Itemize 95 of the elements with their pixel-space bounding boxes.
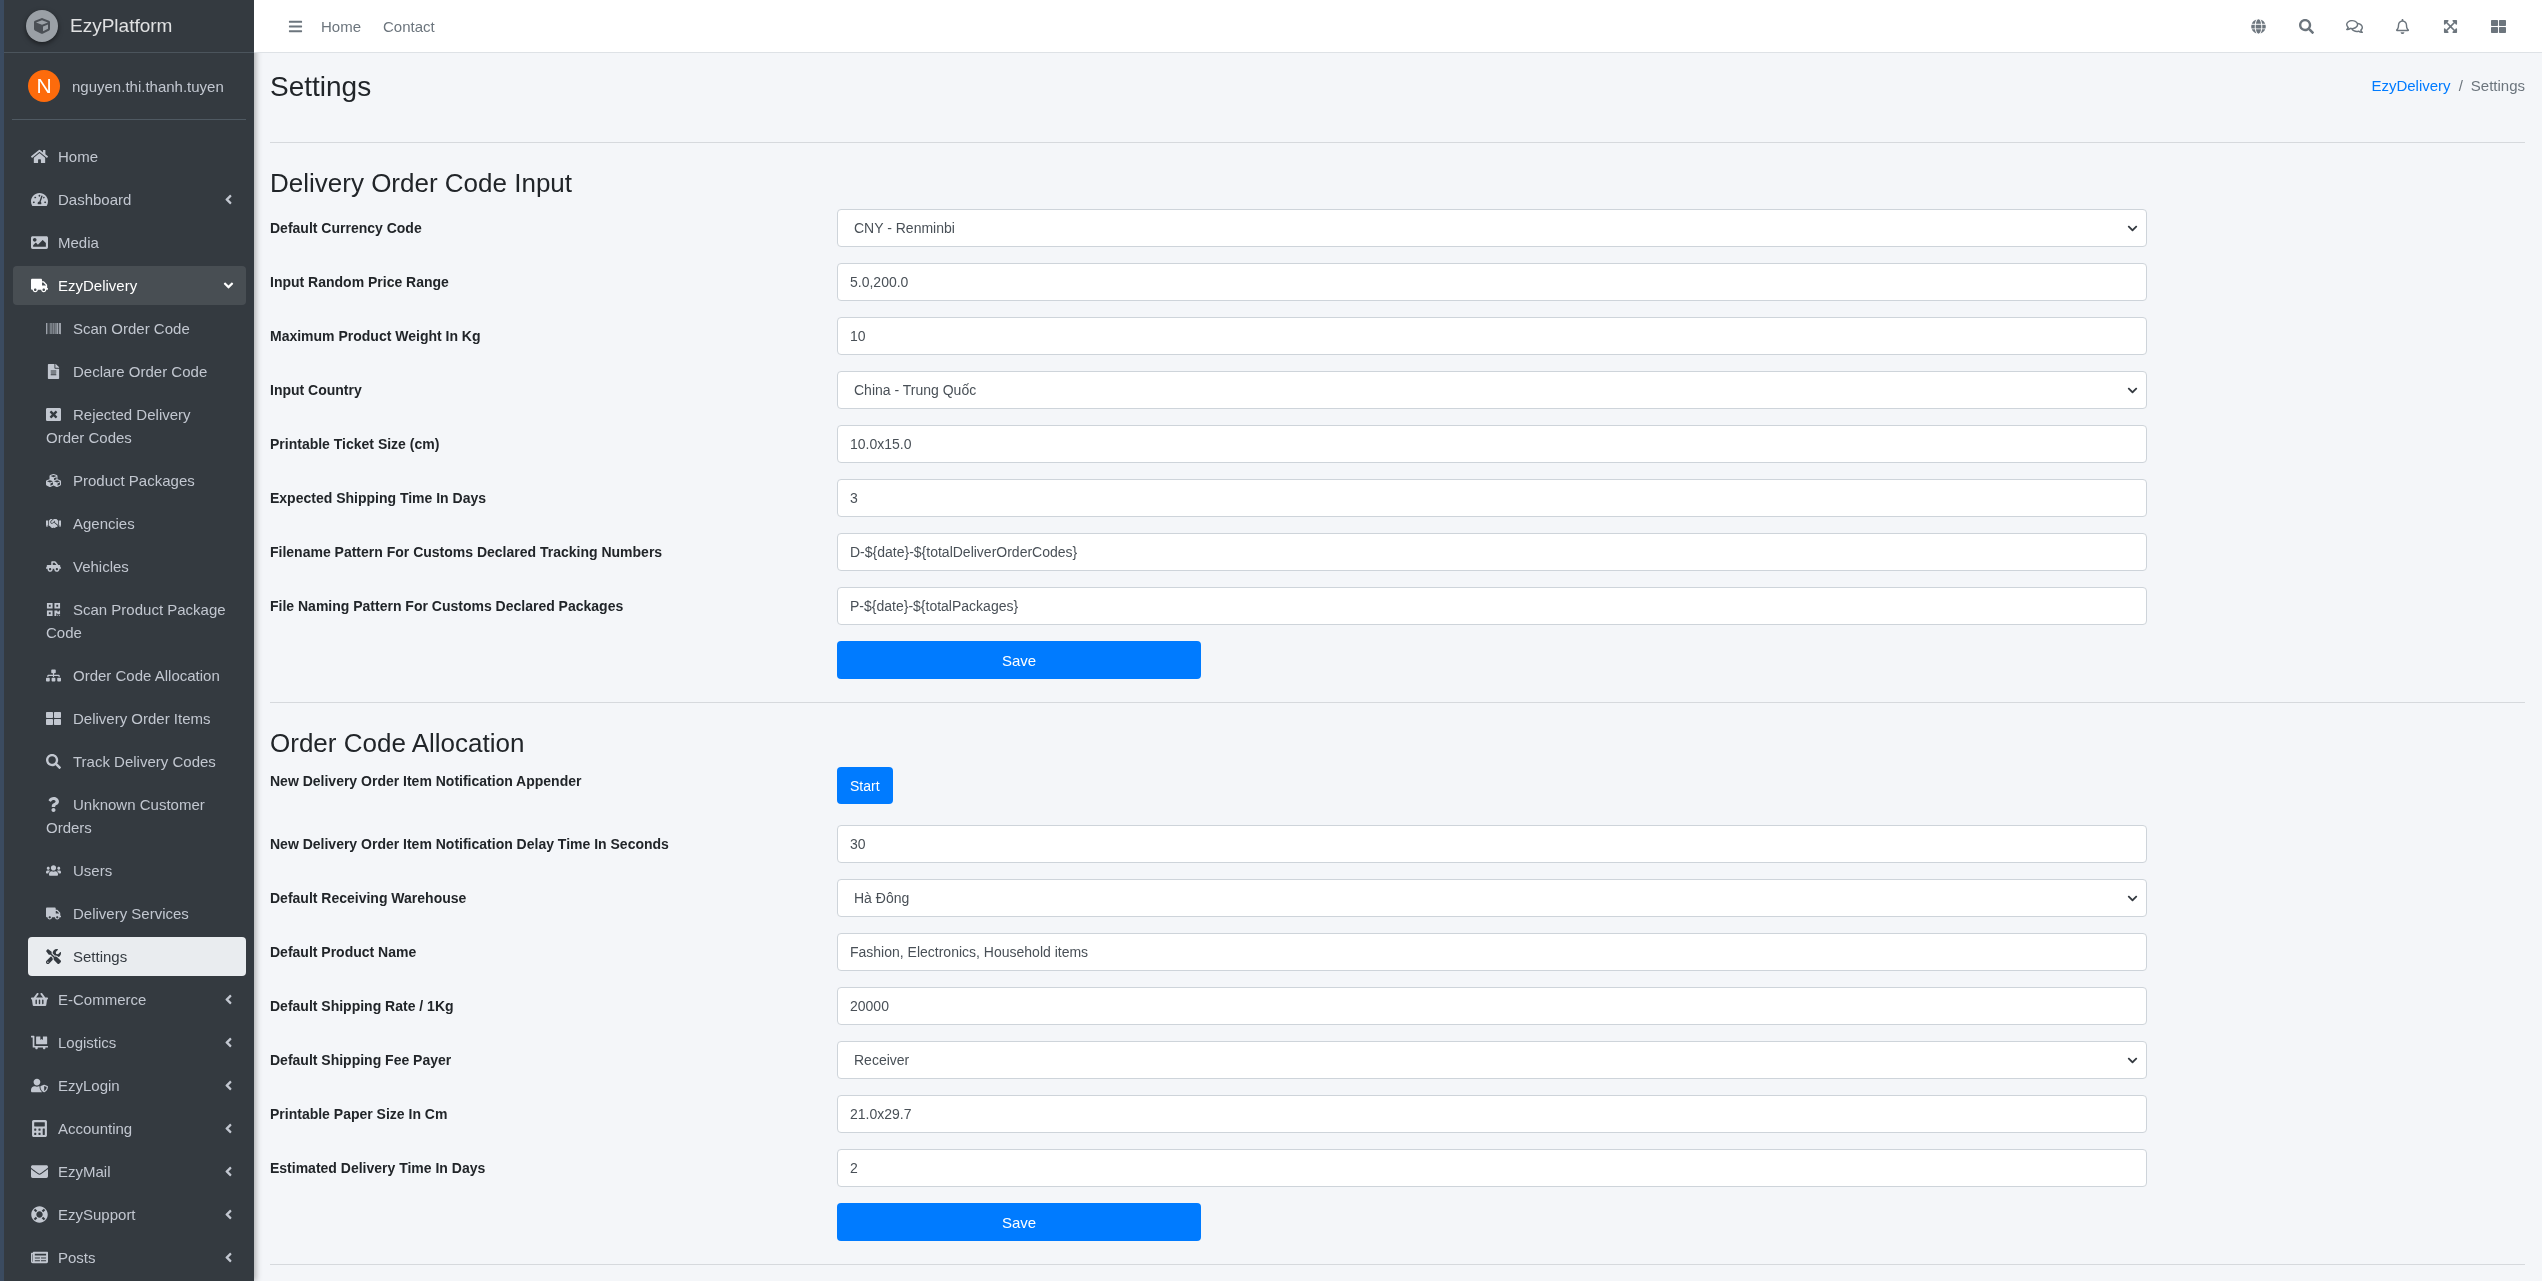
sidebar-subitem[interactable]: Vehicles: [28, 547, 246, 586]
input-field[interactable]: 5.0,200.0: [837, 263, 2147, 301]
search-icon: [46, 754, 61, 769]
newspaper-icon: [31, 1249, 48, 1266]
handshake-icon: [46, 516, 61, 531]
logo-icon: [26, 10, 58, 42]
pickup-truck-icon: [46, 559, 61, 574]
sidebar-item[interactable]: Home: [13, 137, 246, 176]
section-title: Order Code Allocation: [270, 727, 526, 760]
input-field[interactable]: Fashion, Electronics, Household items: [837, 933, 2147, 971]
sidebar-item[interactable]: Accounting: [13, 1109, 246, 1148]
sidebar-subitem[interactable]: Rejected Delivery Order Codes: [28, 395, 246, 457]
sidebar-subitem[interactable]: Settings: [28, 937, 246, 976]
input-field[interactable]: 21.0x29.7: [837, 1095, 2147, 1133]
sidebar-item[interactable]: Media: [13, 223, 246, 262]
select-field[interactable]: China - Trung Quốc: [837, 371, 2147, 409]
basket-icon: [31, 991, 48, 1008]
sidebar-item[interactable]: EzySupport: [13, 1195, 246, 1234]
current-page-label: Settings: [2470, 77, 2525, 94]
dolly-icon: [31, 1034, 48, 1051]
field-label: Default Shipping Rate / 1Kg: [270, 998, 455, 1014]
field-label: Default Currency Code: [270, 220, 423, 236]
user-name[interactable]: nguyen.thi.thanh.tuyen: [72, 77, 224, 95]
qr-code-icon: [46, 602, 61, 617]
calculator-icon: [31, 1120, 48, 1137]
hierarchy-icon: [46, 668, 61, 683]
save-button[interactable]: Save: [837, 641, 1201, 679]
select-field[interactable]: Receiver: [837, 1041, 2147, 1079]
sidebar-item[interactable]: Dashboard: [13, 180, 246, 219]
sidebar-subitem[interactable]: Users: [28, 851, 246, 890]
field-label: Expected Shipping Time In Days: [270, 490, 487, 506]
user-shield-icon: [31, 1077, 48, 1094]
save-button[interactable]: Save: [837, 1203, 1201, 1241]
image-icon: [31, 234, 48, 251]
field-label: Default Shipping Fee Payer: [270, 1052, 453, 1068]
field-label: Printable Paper Size In Cm: [270, 1106, 449, 1122]
sidebar-item[interactable]: Logistics: [13, 1023, 246, 1062]
field-label: Filename Pattern For Customs Declared Tracking Numbers: [270, 544, 664, 560]
field-label: New Delivery Order Item Notification Delay Time In Seconds: [270, 836, 670, 852]
question-mark-icon: [46, 797, 61, 812]
sidebar-subitem[interactable]: Scan Product Package Code: [28, 590, 246, 652]
field-label: Maximum Product Weight In Kg: [270, 328, 482, 344]
field-label: Estimated Delivery Time In Days: [270, 1160, 487, 1176]
sidebar-item[interactable]: EzyDelivery: [13, 266, 246, 305]
field-label: Input Random Price Range: [270, 274, 450, 290]
field-label: New Delivery Order Item Notification Appender: [270, 772, 583, 789]
select-field[interactable]: Hà Đông: [837, 879, 2147, 917]
grid-icon: [46, 711, 61, 726]
brand-name: EzyPlatform: [70, 15, 173, 37]
sidebar-item[interactable]: EzyLogin: [13, 1066, 246, 1105]
avatar: N: [28, 70, 60, 102]
input-field[interactable]: 3: [837, 479, 2147, 517]
sidebar-subitem[interactable]: Track Delivery Codes: [28, 742, 246, 781]
sidebar-item[interactable]: E-Commerce: [13, 980, 246, 1019]
document-icon: [46, 364, 61, 379]
sidebar-subitem[interactable]: Delivery Order Items: [28, 699, 246, 738]
input-field[interactable]: 10: [837, 317, 2147, 355]
house-icon: [31, 148, 48, 165]
truck-icon: [46, 906, 61, 921]
sidebar-subitem[interactable]: Agencies: [28, 504, 246, 543]
gauge-icon: [31, 191, 48, 208]
input-field[interactable]: 30: [837, 825, 2147, 863]
start-button[interactable]: Start: [837, 767, 893, 804]
cubes-icon: [46, 473, 61, 488]
field-label: Default Product Name: [270, 944, 418, 960]
input-field[interactable]: 10.0x15.0: [837, 425, 2147, 463]
sidebar-subitem[interactable]: Order Code Allocation: [28, 656, 246, 695]
select-field[interactable]: CNY - Renminbi: [837, 209, 2147, 247]
input-field[interactable]: P-${date}-${totalPackages}: [837, 587, 2147, 625]
life-ring-icon: [31, 1206, 48, 1223]
sidebar-subitem[interactable]: Declare Order Code: [28, 352, 246, 391]
breadcrumb-separator: /: [2458, 77, 2463, 94]
sidebar-subitem[interactable]: Product Packages: [28, 461, 246, 500]
field-label: File Naming Pattern For Customs Declared Packages: [270, 598, 625, 614]
users-icon: [46, 863, 61, 878]
field-label: Printable Ticket Size (cm): [270, 436, 441, 452]
input-field[interactable]: 20000: [837, 987, 2147, 1025]
nav-link[interactable]: Home: [310, 17, 372, 35]
truck-icon: [31, 277, 48, 294]
envelope-icon: [31, 1163, 48, 1180]
sidebar-subitem[interactable]: Unknown Customer Orders: [28, 785, 246, 847]
page-title: Settings: [270, 71, 372, 103]
sidebar-item[interactable]: EzyMail: [13, 1152, 246, 1191]
sidebar-subitem[interactable]: Scan Order Code: [28, 309, 246, 348]
input-field[interactable]: D-${date}-${totalDeliverOrderCodes}: [837, 533, 2147, 571]
breadcrumb-link[interactable]: EzyDelivery: [2371, 77, 2451, 94]
section-title: Delivery Order Code Input: [270, 167, 574, 200]
tools-icon: [46, 949, 61, 964]
nav-link[interactable]: Contact: [372, 17, 446, 35]
input-field[interactable]: 2: [837, 1149, 2147, 1187]
field-label: Default Receiving Warehouse: [270, 890, 468, 906]
barcode-icon: [46, 321, 61, 336]
field-label: Input Country: [270, 382, 363, 398]
sidebar-subitem[interactable]: Delivery Services: [28, 894, 246, 933]
sidebar-item[interactable]: Posts: [13, 1238, 246, 1277]
